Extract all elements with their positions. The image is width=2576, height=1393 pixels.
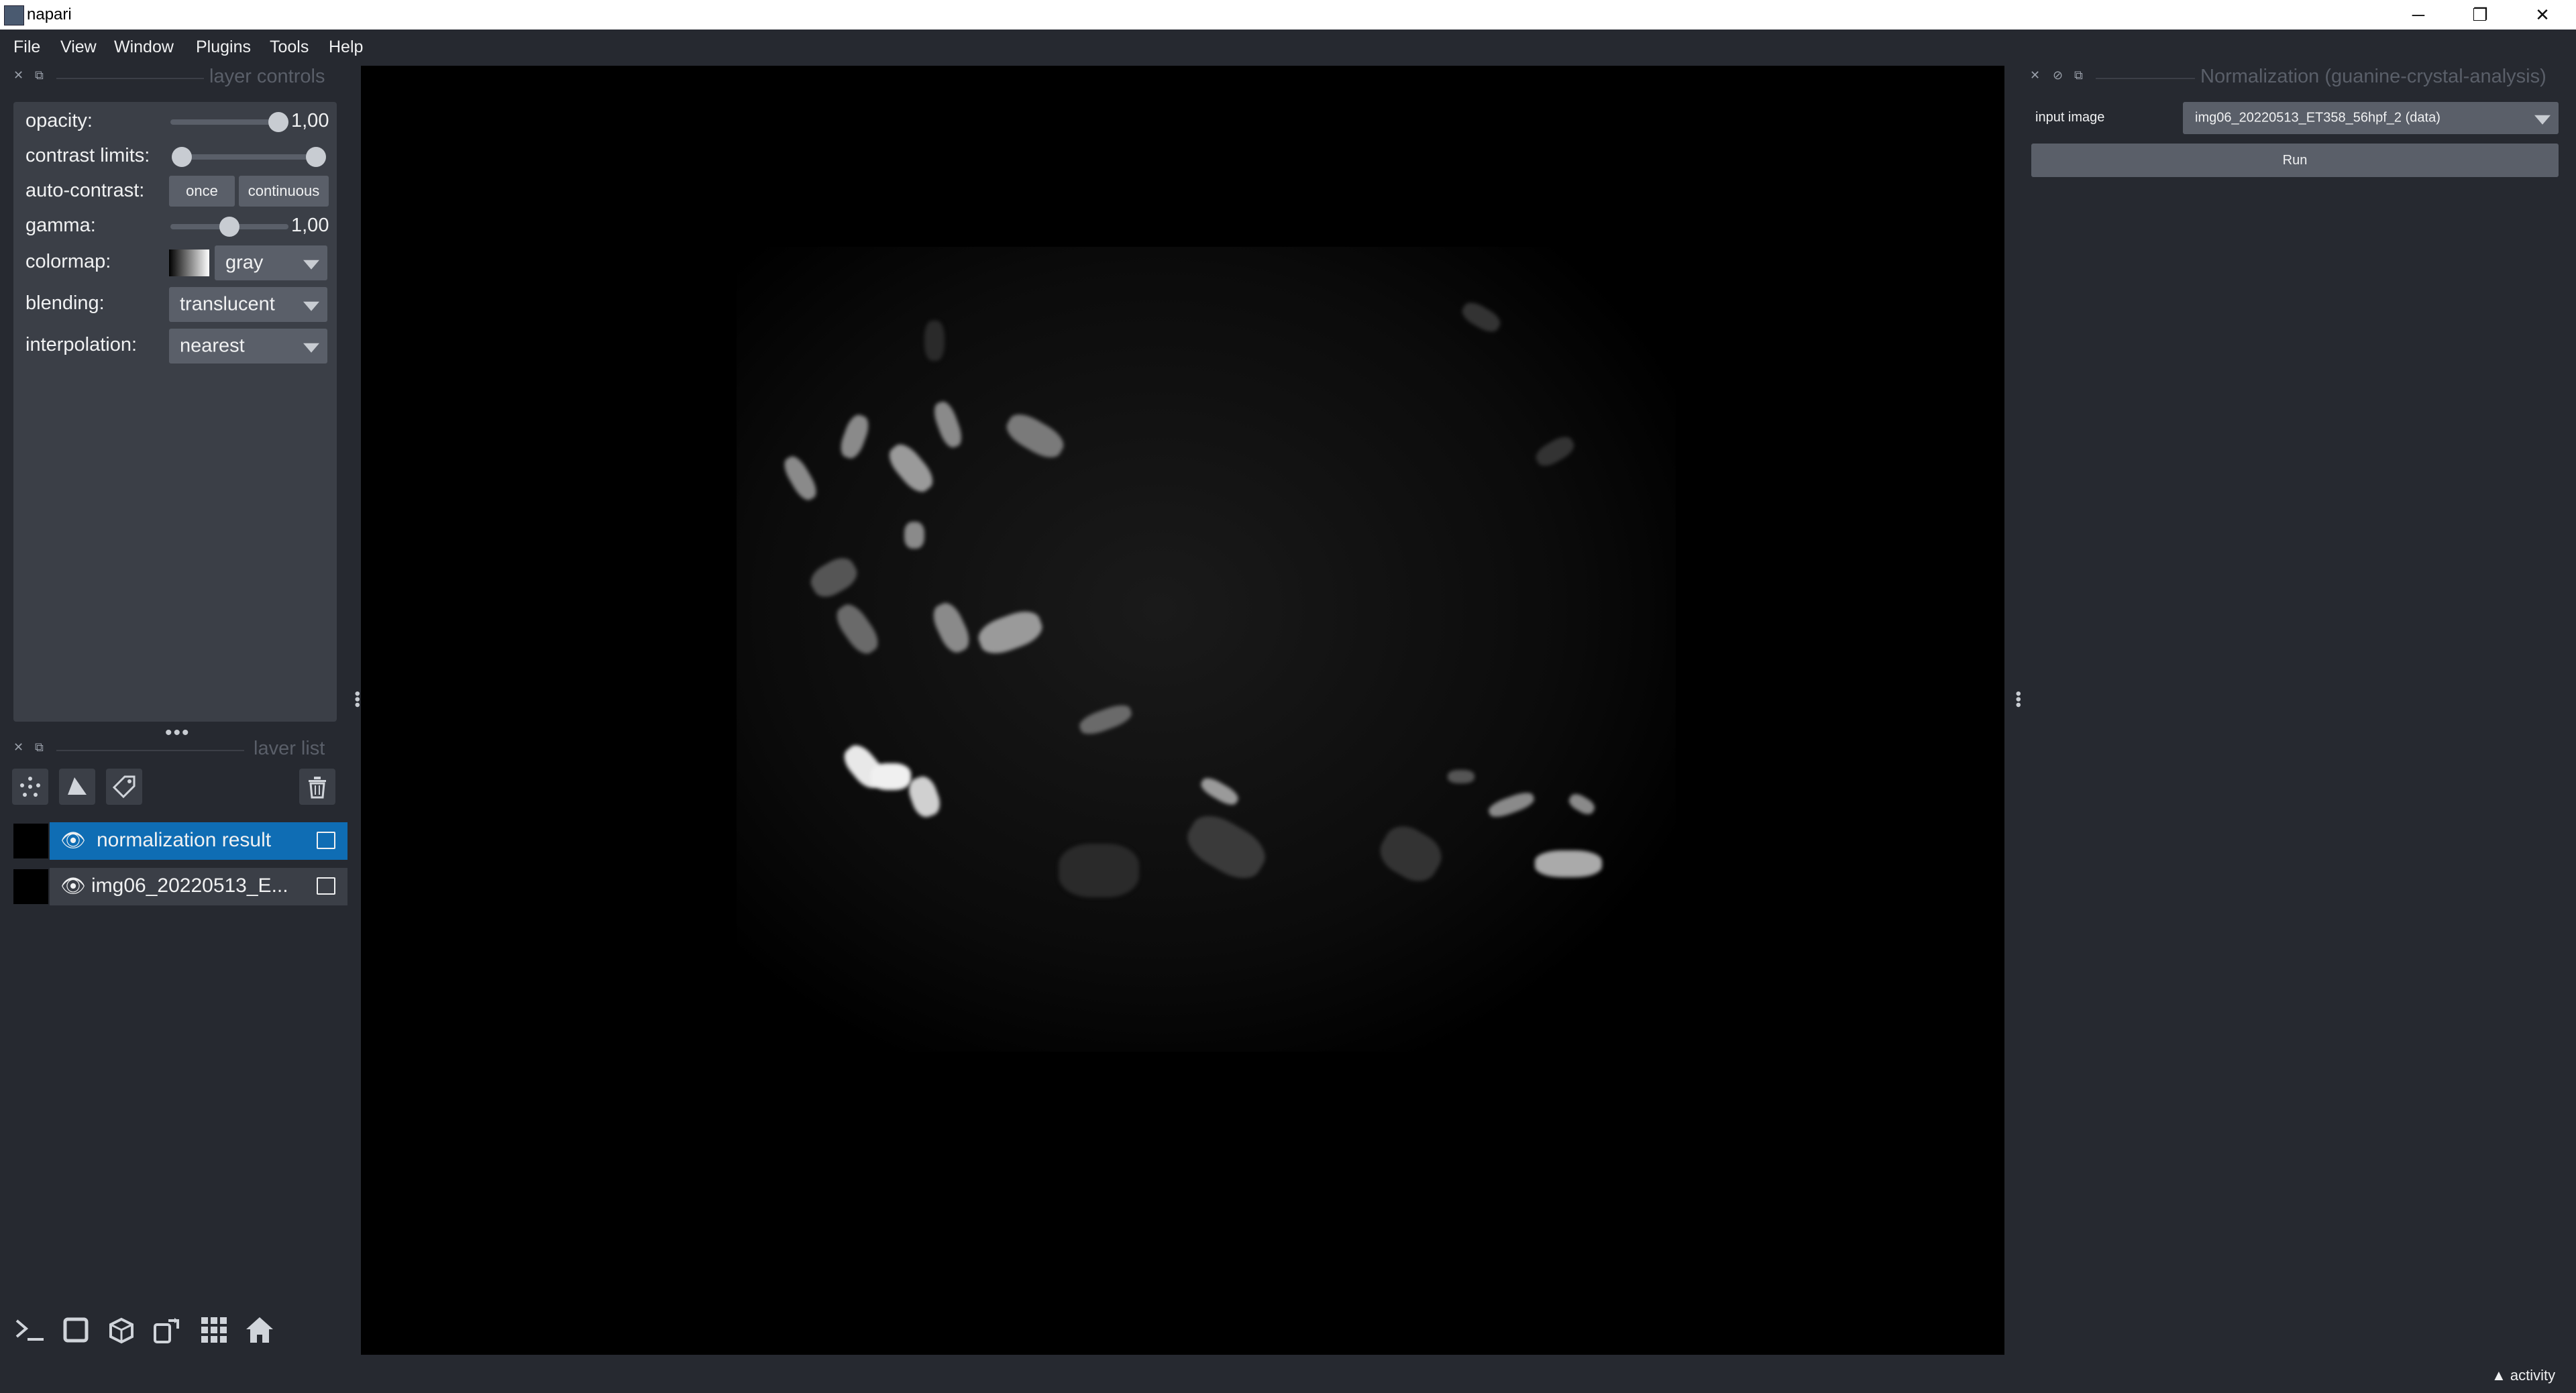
menu-bar: File View Window Plugins Tools Help — [0, 30, 2576, 63]
gamma-value: 1,00 — [291, 215, 329, 236]
colormap-preview — [169, 249, 209, 276]
input-image-dropdown[interactable]: img06_20220513_ET358_56hpf_2 (data) — [2183, 102, 2559, 134]
layer-name[interactable]: img06_20220513_E... — [91, 875, 306, 897]
restore-button[interactable]: ❐ — [2450, 0, 2510, 30]
new-points-layer-button[interactable] — [12, 769, 48, 805]
layer-controls-header: layer controls — [209, 66, 325, 87]
layer-row[interactable]: 👁 normalization result — [13, 822, 347, 860]
menu-window[interactable]: Window — [111, 35, 176, 60]
reset-view-button[interactable] — [241, 1312, 278, 1348]
layer-thumbnail — [13, 869, 48, 904]
visibility-eye-icon[interactable]: 👁 — [60, 875, 86, 898]
menu-file[interactable]: File — [11, 35, 43, 60]
dock-divider — [56, 78, 204, 79]
vertical-splitter-handle[interactable]: ••• — [165, 722, 191, 744]
blending-value: translucent — [180, 293, 275, 315]
image-canvas[interactable] — [361, 66, 2004, 1355]
blending-dropdown[interactable]: translucent — [169, 287, 327, 322]
interpolation-dropdown[interactable]: nearest — [169, 329, 327, 364]
layer-list-header: laver list — [254, 738, 325, 759]
grid-icon — [201, 1317, 227, 1343]
image-region — [737, 247, 1676, 1052]
opacity-label: opacity: — [25, 110, 93, 131]
input-image-label: input image — [2035, 110, 2105, 125]
plugin-panel-title: Normalization (guanine-crystal-analysis) — [2200, 66, 2546, 87]
interpolation-label: interpolation: — [25, 334, 138, 355]
layer-name[interactable]: normalization result — [97, 829, 311, 852]
napari-logo-icon — [4, 5, 24, 25]
roll-dimensions-button[interactable] — [103, 1312, 140, 1348]
contrast-max-handle[interactable] — [306, 147, 326, 167]
close-dock-icon[interactable]: ✕ — [2030, 68, 2040, 82]
menu-tools[interactable]: Tools — [267, 35, 311, 60]
input-image-value: img06_20220513_ET358_56hpf_2 (data) — [2195, 110, 2440, 125]
delete-layer-button[interactable] — [299, 769, 335, 805]
trash-icon — [309, 777, 326, 799]
points-icon — [20, 777, 40, 797]
dock-divider — [2096, 78, 2195, 79]
menu-view[interactable]: View — [58, 35, 99, 60]
chevron-down-icon — [303, 301, 319, 311]
window-title: napari — [27, 5, 72, 23]
title-bar: napari ─ ❐ ✕ — [0, 0, 2576, 30]
opacity-value: 1,00 — [291, 110, 329, 131]
image-layer-icon — [317, 877, 335, 895]
colormap-dropdown[interactable]: gray — [215, 245, 327, 280]
gamma-label: gamma: — [25, 215, 96, 236]
hide-title-icon[interactable]: ⊘ — [2053, 68, 2063, 82]
run-button[interactable]: Run — [2031, 144, 2559, 177]
opacity-slider-handle[interactable] — [268, 112, 288, 132]
contrast-limits-label: contrast limits: — [25, 145, 150, 166]
chevron-down-icon — [303, 343, 319, 353]
tag-icon — [112, 775, 136, 799]
home-icon — [246, 1317, 273, 1343]
contrast-limits-slider[interactable] — [181, 154, 323, 160]
blending-label: blending: — [25, 292, 105, 314]
float-dock-icon[interactable]: ⧉ — [35, 68, 44, 82]
auto-contrast-once-button[interactable]: once — [169, 176, 235, 207]
minimize-button[interactable]: ─ — [2388, 0, 2449, 30]
float-dock-icon[interactable]: ⧉ — [2074, 68, 2083, 82]
auto-contrast-continuous-button[interactable]: continuous — [239, 176, 329, 207]
menu-plugins[interactable]: Plugins — [193, 35, 254, 60]
close-button[interactable]: ✕ — [2512, 0, 2573, 30]
layer-thumbnail — [13, 824, 48, 858]
contrast-min-handle[interactable] — [172, 147, 192, 167]
dock-divider — [56, 750, 244, 751]
layer-row[interactable]: 👁 img06_20220513_E... — [13, 868, 347, 905]
close-dock-icon[interactable]: ✕ — [13, 740, 23, 755]
colormap-value: gray — [225, 252, 264, 274]
square-icon — [63, 1317, 89, 1343]
float-dock-icon[interactable]: ⧉ — [35, 740, 44, 755]
image-layer-icon — [317, 832, 335, 849]
activity-label: activity — [2510, 1367, 2556, 1384]
shapes-icon — [68, 777, 87, 795]
layer-controls-panel: opacity: 1,00 contrast limits: auto-cont… — [13, 102, 337, 722]
close-dock-icon[interactable]: ✕ — [13, 68, 23, 82]
visibility-eye-icon[interactable]: 👁 — [60, 829, 86, 852]
gamma-slider-handle[interactable] — [219, 217, 239, 237]
right-dock-splitter[interactable]: ••• — [2008, 691, 2027, 708]
interpolation-value: nearest — [180, 335, 245, 357]
transpose-button[interactable] — [149, 1312, 185, 1348]
terminal-icon — [15, 1319, 44, 1341]
new-labels-layer-button[interactable] — [106, 769, 142, 805]
new-shapes-layer-button[interactable] — [59, 769, 95, 805]
caret-up-icon: ▲ — [2491, 1367, 2510, 1384]
chevron-down-icon — [303, 260, 319, 270]
auto-contrast-label: auto-contrast: — [25, 180, 145, 201]
grid-view-button[interactable] — [196, 1312, 232, 1348]
transpose-icon — [154, 1318, 179, 1343]
console-button[interactable] — [12, 1312, 48, 1348]
cube-icon — [109, 1317, 133, 1344]
colormap-label: colormap: — [25, 251, 111, 272]
chevron-down-icon — [2534, 115, 2551, 125]
toggle-ndisplay-button[interactable] — [58, 1312, 94, 1348]
menu-help[interactable]: Help — [326, 35, 366, 60]
activity-toggle[interactable]: ▲ activity — [2491, 1367, 2555, 1384]
